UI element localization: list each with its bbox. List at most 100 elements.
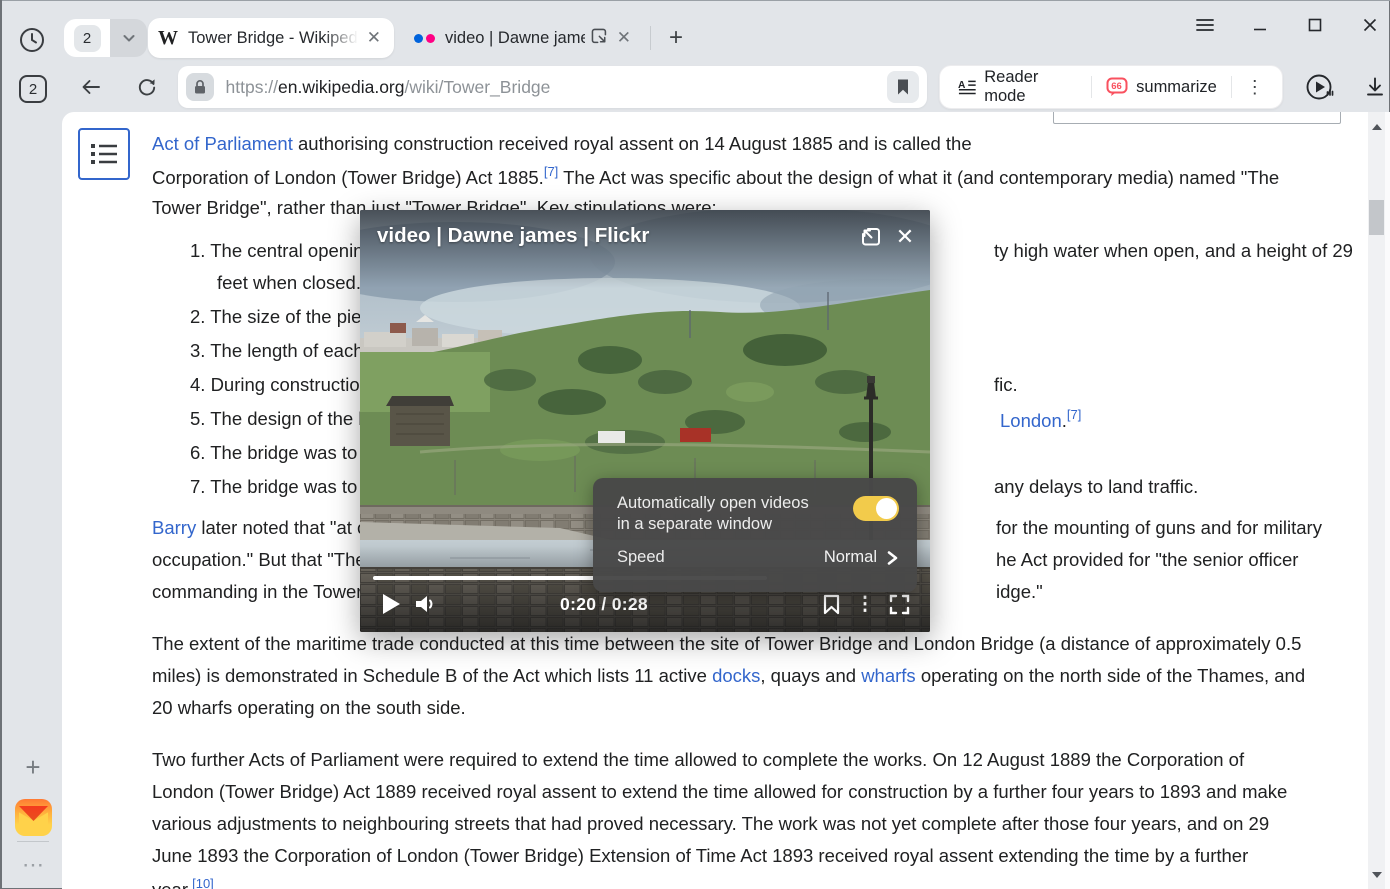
sidebar-more-button[interactable]: ⋯ (16, 852, 52, 878)
page-scrollbar[interactable] (1368, 112, 1385, 889)
wiki-link[interactable]: Act of Parliament (152, 133, 293, 154)
article-line: any delays to land traffic. (994, 476, 1198, 498)
tab-count-badge[interactable]: 2 (19, 75, 47, 103)
new-tab-button[interactable]: + (660, 22, 692, 54)
text-segment: various adjustments to neighbouring stre… (152, 813, 1269, 834)
video-title-bar[interactable]: video | Dawne james | Flickr ✕ (360, 210, 930, 288)
back-button[interactable] (76, 72, 105, 102)
article-line: miles) is demonstrated in Schedule B of … (152, 665, 1305, 687)
tabstrip-divider (650, 26, 651, 50)
article-line: 20 wharfs operating on the south side. (152, 697, 466, 719)
tab-close-icon[interactable]: ✕ (614, 28, 634, 48)
list-icon (90, 142, 118, 166)
article-line: various adjustments to neighbouring stre… (152, 813, 1269, 835)
summarize-label: summarize (1136, 78, 1217, 97)
tab-strip: 2 W Tower Bridge - Wikipedi ✕ video | Da… (62, 0, 1390, 62)
downloads-button[interactable] (1361, 72, 1390, 102)
summarize-button[interactable]: 66 summarize (1092, 66, 1231, 108)
text-segment: idge." (996, 581, 1043, 602)
text-segment: , quays and (760, 665, 861, 686)
picture-in-picture-icon[interactable] (589, 26, 608, 50)
tab-group-pill: 2 (64, 19, 147, 57)
flickr-favicon (414, 34, 435, 43)
yandex-mail-icon[interactable] (15, 799, 52, 836)
video-bookmark-icon[interactable] (814, 589, 848, 619)
article-line: ty high water when open, and a height of… (994, 240, 1353, 262)
wiki-link[interactable]: docks (712, 665, 760, 686)
popout-return-icon[interactable] (854, 224, 888, 250)
speed-row[interactable]: Speed Normal (617, 548, 899, 567)
citation-link[interactable]: [7] (544, 164, 558, 179)
text-segment: authorising construction received royal … (293, 133, 972, 154)
summarize-icon: 66 (1106, 77, 1128, 97)
tab-tower-bridge[interactable]: W Tower Bridge - Wikipedi ✕ (148, 18, 394, 58)
citation-link[interactable]: [10] (192, 876, 214, 889)
listen-play-button[interactable] (1305, 72, 1335, 102)
tab-group-chevron-button[interactable] (110, 19, 147, 57)
sidebar-add-button[interactable]: + (21, 756, 45, 780)
article-line: he Act provided for "the senior officer (996, 549, 1298, 571)
text-segment: for the mounting of guns and for militar… (996, 517, 1322, 538)
article-line: year.[10] (152, 877, 214, 889)
article-line: June 1893 the Corporation of London (Tow… (152, 845, 1248, 867)
maximize-button[interactable] (1301, 11, 1329, 39)
play-icon[interactable] (374, 589, 408, 619)
tab-flickr-video[interactable]: video | Dawne james ✕ (404, 18, 644, 58)
pill-kebab-menu[interactable]: ⋮ (1232, 77, 1278, 98)
wiki-link[interactable]: Barry (152, 517, 196, 538)
text-segment: operating on the north side of the Thame… (916, 665, 1305, 686)
history-clock-icon[interactable] (19, 27, 45, 53)
video-kebab-menu[interactable]: ⋮ (848, 589, 882, 619)
browser-window: 2 + ⋯ 2 W Tower Bridge - Wikipedi ✕ vide… (0, 0, 1390, 889)
reader-mode-icon: A (958, 78, 977, 96)
menu-hamburger-icon[interactable] (1191, 11, 1219, 39)
ssl-lock-icon[interactable] (186, 73, 214, 101)
tab-title: Tower Bridge - Wikipedi (188, 29, 358, 48)
text-segment: feet when closed. (217, 272, 361, 293)
text-segment: he Act provided for "the senior officer (996, 549, 1298, 570)
wikipedia-favicon: W (158, 27, 178, 50)
video-settings-menu: Automatically open videos in a separate … (593, 478, 917, 592)
scroll-up-arrow[interactable] (1368, 118, 1385, 135)
text-segment: 20 wharfs operating on the south side. (152, 697, 466, 718)
text-segment: June 1893 the Corporation of London (Tow… (152, 845, 1248, 866)
speed-label: Speed (617, 548, 824, 567)
wiki-link[interactable]: London (1000, 410, 1062, 431)
scrollbar-thumb[interactable] (1369, 200, 1384, 235)
text-segment: The extent of the maritime trade conduct… (152, 633, 1301, 654)
citation-link[interactable]: [7] (1067, 407, 1081, 422)
reload-button[interactable] (132, 72, 161, 102)
tab-close-icon[interactable]: ✕ (364, 28, 384, 48)
video-close-icon[interactable]: ✕ (888, 224, 922, 250)
tab-group-count[interactable]: 2 (64, 19, 110, 57)
text-segment: ty high water when open, and a height of… (994, 240, 1353, 261)
bookmark-button[interactable] (887, 71, 919, 103)
close-window-button[interactable] (1356, 11, 1384, 39)
article-line: London (Tower Bridge) Act 1889 received … (152, 781, 1287, 803)
pip-video-overlay[interactable]: video | Dawne james | Flickr ✕ 0:20 / 0:… (360, 210, 930, 632)
left-sidebar: 2 + ⋯ (2, 0, 62, 889)
text-segment: The Act was specific about the design of… (558, 167, 1279, 188)
text-segment: Corporation of London (Tower Bridge) Act… (152, 167, 544, 188)
minimize-button[interactable] (1246, 11, 1274, 39)
volume-icon[interactable] (408, 589, 442, 619)
window-right-edge (1385, 112, 1390, 889)
url-text: https://en.wikipedia.org/wiki/Tower_Brid… (226, 77, 887, 98)
text-segment: fic. (994, 374, 1018, 395)
article-line: for the mounting of guns and for militar… (996, 517, 1322, 539)
address-bar[interactable]: https://en.wikipedia.org/wiki/Tower_Brid… (178, 66, 927, 108)
window-controls (1191, 10, 1384, 40)
auto-open-label: Automatically open videos in a separate … (617, 493, 853, 535)
text-segment: year. (152, 879, 192, 889)
article-line: feet when closed. (217, 272, 361, 294)
wiki-link[interactable]: wharfs (861, 665, 916, 686)
reader-mode-label: Reader mode (984, 68, 1077, 106)
fullscreen-icon[interactable] (882, 589, 916, 619)
article-line: Two further Acts of Parliament were requ… (152, 749, 1244, 771)
auto-open-toggle[interactable] (853, 496, 899, 521)
reader-mode-button[interactable]: A Reader mode (944, 66, 1092, 108)
toc-floating-button[interactable] (78, 128, 130, 180)
wikipedia-search-box-partial[interactable] (1053, 112, 1341, 124)
page-tools-pill: A Reader mode 66 summarize ⋮ (939, 65, 1283, 109)
scroll-down-arrow[interactable] (1368, 866, 1385, 883)
